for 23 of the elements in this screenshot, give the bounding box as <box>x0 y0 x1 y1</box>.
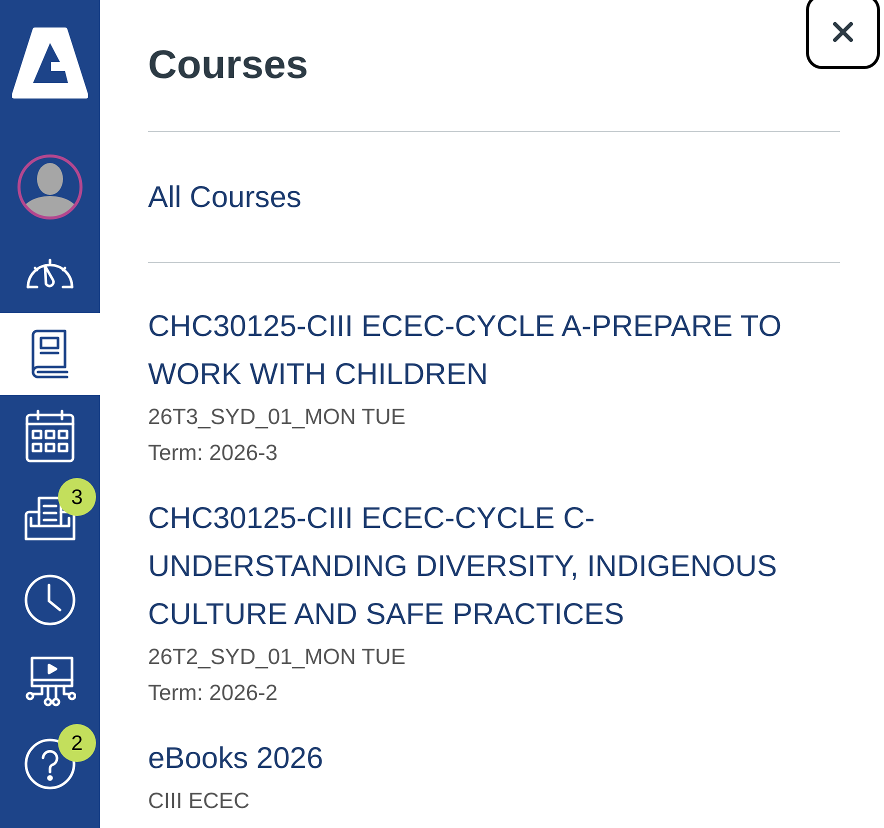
logo-icon <box>12 27 88 99</box>
inbox-button[interactable]: 3 <box>0 477 100 559</box>
course-term: Term: 2026-3 <box>148 439 278 467</box>
course-link[interactable]: CHC30125-CIII ECEC-CYCLE A-PREPARE TO WORK WITH CHILDREN <box>148 303 840 399</box>
course-link[interactable]: CHC30125-CIII ECEC-CYCLE C-UNDERSTANDING DIVERSITY, INDIGENOUS CULTURE AND SAFE PRACTICES <box>148 495 840 639</box>
help-button[interactable]: 2 <box>0 723 100 805</box>
courses-button[interactable] <box>0 313 100 395</box>
tray-title: Courses <box>148 42 308 89</box>
course-term: Term: 2026-2 <box>148 679 278 707</box>
close-button[interactable] <box>806 0 880 69</box>
all-courses-link[interactable]: All Courses <box>148 180 302 216</box>
course-section: 26T2_SYD_01_MON TUE <box>148 639 406 675</box>
avatar-icon <box>17 154 83 220</box>
book-icon <box>30 329 70 379</box>
count-badge: 2 <box>58 724 96 762</box>
monitor-play-icon <box>24 656 76 708</box>
count-badge: 3 <box>58 478 96 516</box>
close-icon <box>832 20 854 42</box>
course-section: CIII ECEC <box>148 783 250 819</box>
clock-icon <box>24 574 76 626</box>
course-link[interactable]: eBooks 2026 <box>148 735 324 783</box>
course-section: 26T3_SYD_01_MON TUE <box>148 399 406 435</box>
calendar-icon <box>25 409 75 463</box>
